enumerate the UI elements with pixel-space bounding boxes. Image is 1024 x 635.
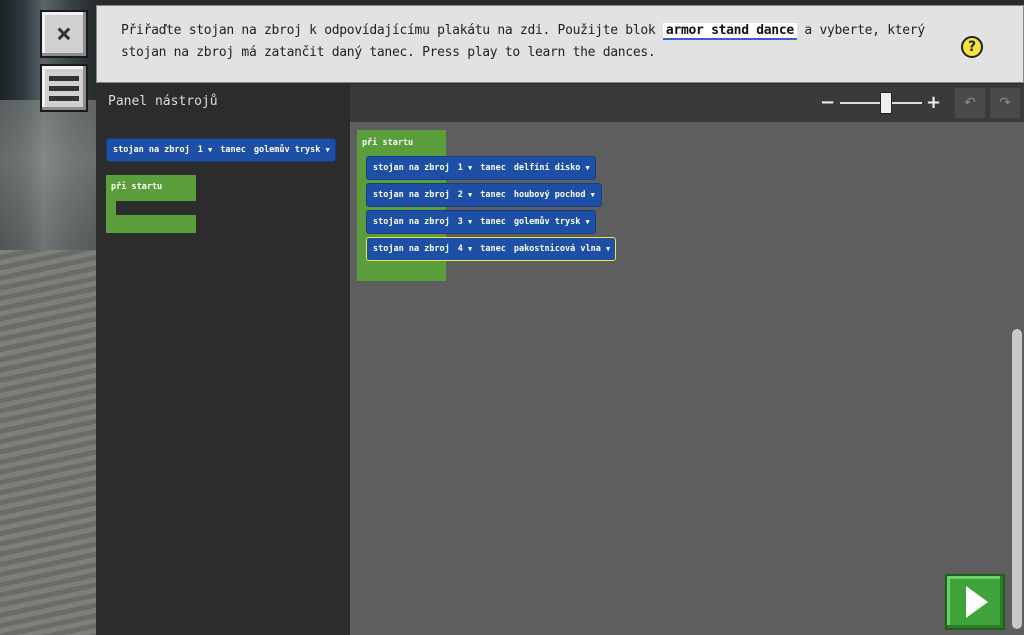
zoom-out-button[interactable]: − [820, 92, 835, 113]
block-label: stojan na zbroj [113, 145, 190, 155]
game-floor [0, 250, 97, 635]
dance-label: tanec [480, 190, 506, 200]
dropdown-caret-icon: ▼ [468, 191, 473, 199]
redo-button[interactable]: ↷ [990, 88, 1020, 118]
start-block-slot [116, 201, 196, 215]
instruction-text: Přiřaďte stojan na zbroj k odpovídajícím… [121, 20, 961, 64]
toolbox-title: Panel nástrojů [108, 94, 218, 109]
armor-number-dropdown[interactable]: 2 ▼ [458, 190, 472, 200]
menu-button[interactable] [40, 64, 88, 112]
dropdown-caret-icon: ▼ [468, 245, 473, 253]
armor-stand-block-4[interactable]: stojan na zbroj 4 ▼ tanec pakostnicová v… [366, 237, 616, 261]
dance-dropdown[interactable]: houbový pochod ▼ [514, 190, 595, 200]
armor-number: 3 [457, 217, 463, 227]
armor-number: 4 [457, 244, 463, 254]
start-block-label: při startu [362, 138, 414, 148]
dropdown-caret-icon: ▼ [468, 218, 473, 226]
dance-value: golemův trysk [513, 217, 581, 227]
block-label: stojan na zbroj [373, 163, 450, 173]
instruction-bar: Přiřaďte stojan na zbroj k odpovídajícím… [96, 5, 1024, 83]
hint-glyph: ? [967, 39, 977, 55]
code-reference[interactable]: armor stand dance [662, 23, 797, 40]
dance-dropdown[interactable]: golemův trysk ▼ [254, 145, 330, 155]
block-label: stojan na zbroj [373, 244, 450, 254]
dance-dropdown[interactable]: golemův trysk ▼ [514, 217, 590, 227]
zoom-slider-thumb[interactable] [880, 92, 892, 114]
dance-label: tanec [220, 145, 246, 155]
play-icon [966, 586, 988, 618]
dance-label: tanec [480, 244, 506, 254]
dropdown-caret-icon: ▼ [325, 146, 330, 154]
undo-icon: ↶ [964, 95, 976, 111]
dance-value: delfíní disko [513, 163, 581, 173]
armor-stand-block-3[interactable]: stojan na zbroj 3 ▼ tanec golemův trysk … [366, 210, 596, 234]
dance-value: houbový pochod [513, 190, 586, 200]
dance-value: pakostnicová vlna [513, 244, 601, 254]
dance-dropdown[interactable]: delfíní disko ▼ [514, 163, 590, 173]
dropdown-caret-icon: ▼ [605, 245, 611, 253]
game-panel [0, 100, 97, 250]
undo-button[interactable]: ↶ [955, 88, 985, 118]
armor-number-dropdown[interactable]: 4 ▼ [458, 244, 472, 254]
redo-icon: ↷ [999, 95, 1011, 111]
workspace[interactable]: − + ↶ ↷ při startu stojan na zbroj 1 ▼ t… [350, 84, 1024, 635]
block-label: stojan na zbroj [373, 217, 450, 227]
armor-number-dropdown[interactable]: 3 ▼ [458, 217, 472, 227]
start-block-label: při startu [111, 182, 163, 192]
armor-number: 1 [197, 145, 203, 155]
armor-stand-block-2[interactable]: stojan na zbroj 2 ▼ tanec houbový pochod… [366, 183, 602, 207]
dance-label: tanec [480, 217, 506, 227]
workspace-header: − + ↶ ↷ [350, 84, 1024, 122]
dance-value: golemův trysk [253, 145, 321, 155]
toolbox-start-block[interactable]: při startu [106, 175, 196, 233]
armor-stand-block-1[interactable]: stojan na zbroj 1 ▼ tanec delfíní disko … [366, 156, 596, 180]
block-label: stojan na zbroj [373, 190, 450, 200]
toolbox-armor-stand-block[interactable]: stojan na zbroj 1 ▼ tanec golemův trysk … [106, 138, 336, 162]
toolbox-panel: Panel nástrojů stojan na zbroj 1 ▼ tanec… [96, 84, 348, 635]
close-icon: ⨯ [56, 19, 72, 49]
armor-number: 2 [457, 190, 463, 200]
play-button[interactable] [945, 574, 1005, 630]
workspace-scrollbar[interactable] [1012, 329, 1022, 629]
dance-label: tanec [480, 163, 506, 173]
dropdown-caret-icon: ▼ [585, 218, 590, 226]
close-button[interactable]: ⨯ [40, 10, 88, 58]
hamburger-icon [49, 75, 79, 101]
dropdown-caret-icon: ▼ [468, 164, 473, 172]
dropdown-caret-icon: ▼ [208, 146, 213, 154]
armor-number: 1 [457, 163, 463, 173]
dropdown-caret-icon: ▼ [590, 191, 595, 199]
dance-dropdown[interactable]: pakostnicová vlna ▼ [514, 244, 610, 254]
armor-number-dropdown[interactable]: 1 ▼ [198, 145, 212, 155]
hint-icon[interactable]: ? [961, 36, 983, 58]
armor-number-dropdown[interactable]: 1 ▼ [458, 163, 472, 173]
zoom-in-button[interactable]: + [926, 92, 941, 113]
dropdown-caret-icon: ▼ [585, 164, 590, 172]
instruction-text-part1: Přiřaďte stojan na zbroj k odpovídajícím… [121, 23, 663, 38]
